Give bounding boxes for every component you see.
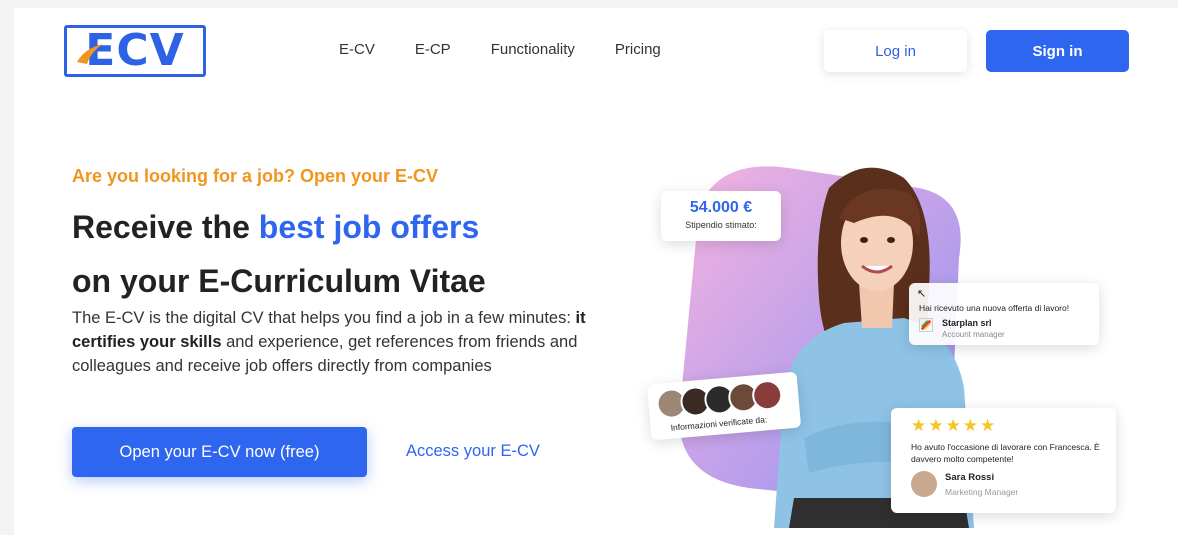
main-nav: E-CV E-CP Functionality Pricing xyxy=(339,41,661,58)
desc-part1: The E-CV is the digital CV that helps yo… xyxy=(72,309,576,327)
open-ecv-button[interactable]: Open your E-CV now (free) xyxy=(72,427,367,477)
reviewer-name: Sara Rossi xyxy=(945,472,995,483)
hero-description: The E-CV is the digital CV that helps yo… xyxy=(72,306,612,378)
ecv-logo[interactable]: ECV xyxy=(64,25,206,77)
headline-part2: on your E-Curriculum Vitae xyxy=(72,263,486,299)
avatar xyxy=(750,378,784,412)
signin-button[interactable]: Sign in xyxy=(986,30,1129,72)
verifier-avatars xyxy=(655,378,784,420)
hero-headline: Receive the best job offers on your E-Cu… xyxy=(72,200,632,308)
job-offer-notification: ↖ Hai ricevuto una nuova offerta di lavo… xyxy=(909,283,1099,345)
salary-label: Stipendio stimato: xyxy=(685,220,757,230)
hero-eyebrow: Are you looking for a job? Open your E-C… xyxy=(72,166,439,186)
logo-swoosh-icon xyxy=(77,44,103,64)
landing-page: ECV E-CV E-CP Functionality Pricing Log … xyxy=(14,8,1178,535)
cursor-arrow-icon: ↖ xyxy=(917,288,927,300)
review-card: ★★★★★ Ho avuto l'occasione di lavorare c… xyxy=(891,408,1116,513)
salary-card: 54.000 € Stipendio stimato: xyxy=(661,191,781,241)
company-logo-icon xyxy=(919,318,933,332)
offer-role: Account manager xyxy=(942,330,1005,339)
offer-company: Starplan srl xyxy=(942,318,992,328)
headline-part1: Receive the xyxy=(72,209,259,245)
nav-item-ecp[interactable]: E-CP xyxy=(415,41,451,58)
nav-item-functionality[interactable]: Functionality xyxy=(491,41,575,58)
nav-item-pricing[interactable]: Pricing xyxy=(615,41,661,58)
nav-item-ecv[interactable]: E-CV xyxy=(339,41,375,58)
login-button[interactable]: Log in xyxy=(824,30,967,72)
salary-amount: 54.000 € xyxy=(689,199,753,216)
review-text: Ho avuto l'occasione di lavorare con Fra… xyxy=(911,442,1100,464)
reviewer-role: Marketing Manager xyxy=(945,487,1019,497)
hero-illustration: 54.000 € Stipendio stimato: ↖ Hai ricevu… xyxy=(639,138,1139,535)
access-ecv-link[interactable]: Access your E-CV xyxy=(406,442,540,461)
reviewer-avatar xyxy=(911,471,937,497)
offer-message: Hai ricevuto una nuova offerta di lavoro… xyxy=(919,303,1070,313)
rating-stars: ★★★★★ xyxy=(911,416,998,435)
headline-accent: best job offers xyxy=(258,209,480,245)
